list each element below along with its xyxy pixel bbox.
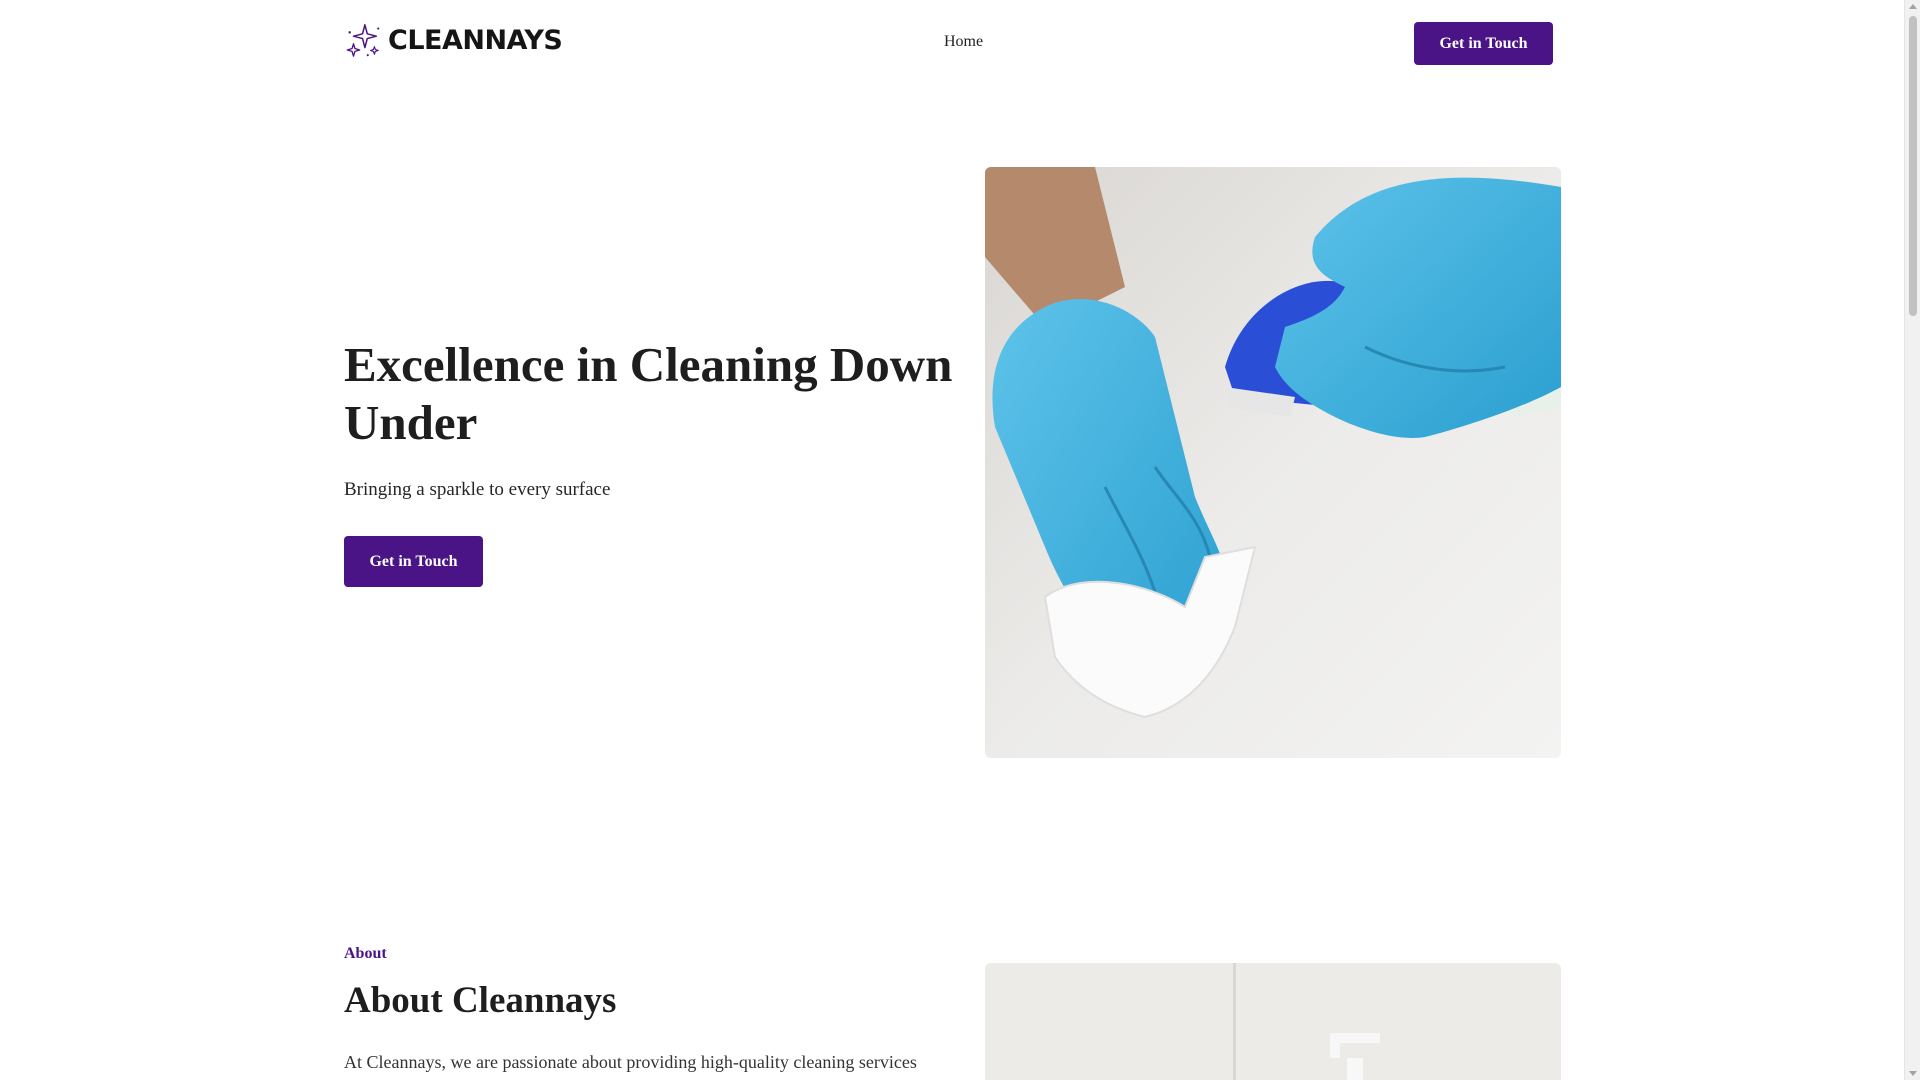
- about-section-text: At Cleannays, we are passionate about pr…: [344, 1052, 917, 1072]
- hero-title: Excellence in Cleaning Down Under: [344, 337, 953, 450]
- logo-wordmark: CLEANNAYS: [388, 24, 563, 56]
- page-scrollbar[interactable]: [1904, 0, 1920, 1080]
- hero-subtitle: Bringing a sparkle to every surface: [344, 479, 611, 500]
- hero-get-in-touch-button[interactable]: Get in Touch: [344, 536, 483, 587]
- nav-link-home[interactable]: Home: [944, 33, 983, 51]
- scrollbar-thumb[interactable]: [1909, 16, 1917, 316]
- site-logo[interactable]: CLEANNAYS: [344, 20, 563, 60]
- about-section-eyebrow: About: [344, 945, 387, 962]
- about-section-title: About Cleannays: [344, 980, 617, 1021]
- site-header: CLEANNAYS Home Get in Touch: [0, 0, 1904, 88]
- header-get-in-touch-button[interactable]: Get in Touch: [1414, 22, 1553, 65]
- about-image-soap-dispenser: [985, 963, 1561, 1080]
- scroll-up-arrow-icon[interactable]: [1909, 4, 1917, 9]
- hero-image-gloved-hands-cleaning: [985, 167, 1561, 758]
- scroll-down-arrow-icon[interactable]: [1909, 1071, 1917, 1076]
- sparkles-icon: [346, 24, 380, 57]
